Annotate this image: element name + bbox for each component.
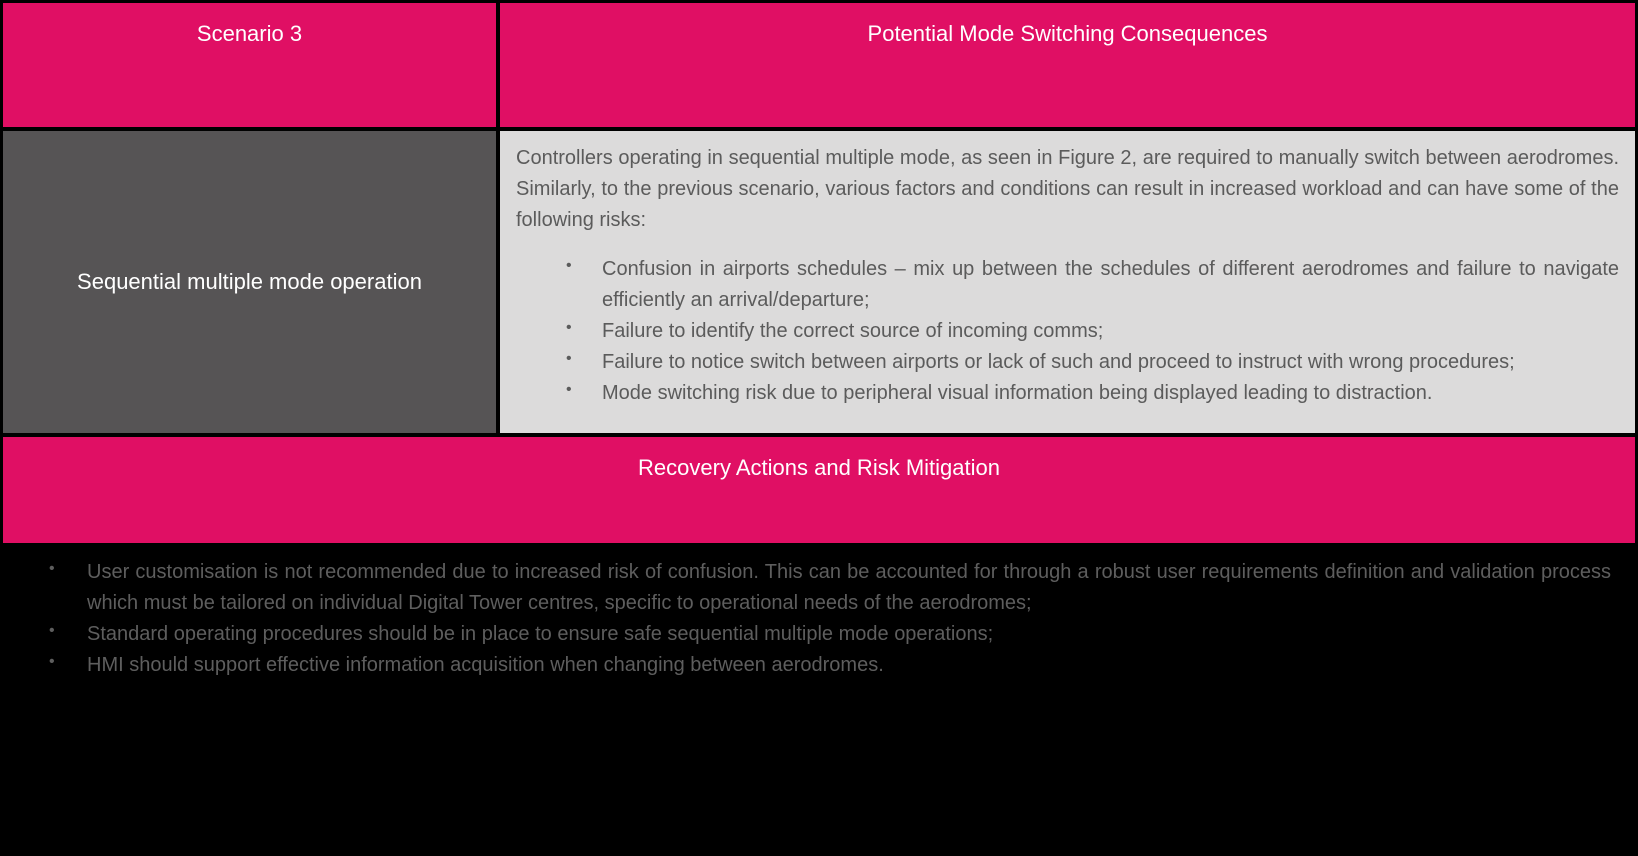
header-row: Scenario 3 Potential Mode Switching Cons… <box>3 3 1635 131</box>
consequences-cell: Controllers operating in sequential mult… <box>500 131 1635 433</box>
recovery-cell: User customisation is not recommended du… <box>3 543 1635 853</box>
scenario-title: Sequential multiple mode operation <box>77 269 422 295</box>
recovery-item: HMI should support effective information… <box>49 650 1611 681</box>
scenario-table: Scenario 3 Potential Mode Switching Cons… <box>0 0 1638 856</box>
header-left-text: Scenario 3 <box>197 21 302 47</box>
header-consequences: Potential Mode Switching Consequences <box>500 3 1635 127</box>
risk-item: Failure to notice switch between airport… <box>566 347 1619 378</box>
recovery-header: Recovery Actions and Risk Mitigation <box>3 437 1635 543</box>
recovery-title: Recovery Actions and Risk Mitigation <box>638 455 1000 481</box>
risk-item: Confusion in airports schedules – mix up… <box>566 254 1619 316</box>
recovery-item: User customisation is not recommended du… <box>49 557 1611 619</box>
recovery-item: Standard operating procedures should be … <box>49 619 1611 650</box>
risk-item: Failure to identify the correct source o… <box>566 316 1619 347</box>
scenario-title-cell: Sequential multiple mode operation <box>3 131 500 433</box>
recovery-list: User customisation is not recommended du… <box>27 557 1611 681</box>
risk-item: Mode switching risk due to peripheral vi… <box>566 378 1619 409</box>
risk-list: Confusion in airports schedules – mix up… <box>516 254 1619 409</box>
header-scenario-number: Scenario 3 <box>3 3 500 127</box>
consequences-intro: Controllers operating in sequential mult… <box>516 143 1619 236</box>
header-right-text: Potential Mode Switching Consequences <box>868 21 1268 47</box>
content-row: Sequential multiple mode operation Contr… <box>3 131 1635 437</box>
